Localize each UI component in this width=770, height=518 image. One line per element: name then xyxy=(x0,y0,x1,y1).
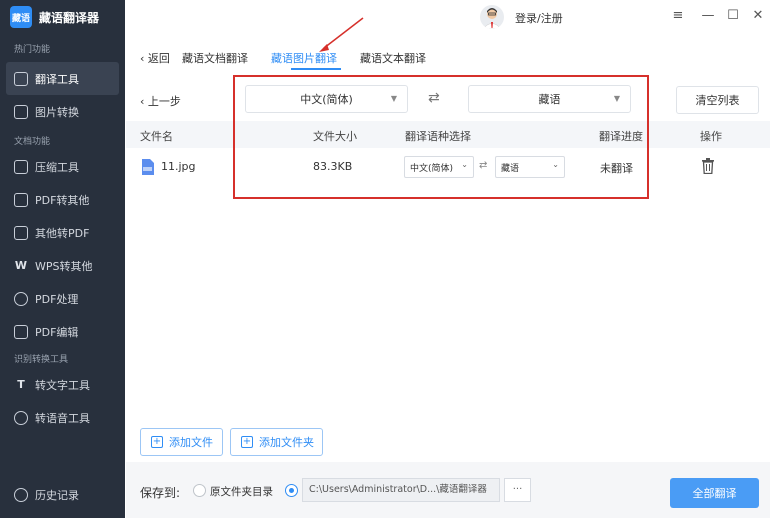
image-file-icon xyxy=(142,159,154,175)
add-folder-button[interactable]: + 添加文件夹 xyxy=(230,428,323,456)
row-target-language-value: 藏语 xyxy=(501,163,520,174)
col-filename: 文件名 xyxy=(140,130,173,143)
plus-icon: + xyxy=(151,436,163,448)
file-size: 83.3KB xyxy=(313,160,353,173)
add-folder-label: 添加文件夹 xyxy=(259,436,314,449)
add-file-button[interactable]: + 添加文件 xyxy=(140,428,223,456)
chevron-left-icon: ‹ xyxy=(140,95,148,108)
table-row: 11.jpg 83.3KB 中文(简体) ⌄ ⇄ 藏语 ⌄ 未翻译 xyxy=(126,150,770,184)
col-language: 翻译语种选择 xyxy=(405,130,471,143)
swap-icon[interactable]: ⇄ xyxy=(428,90,440,106)
translate-progress: 未翻译 xyxy=(600,162,633,175)
target-language-value: 藏语 xyxy=(538,93,561,106)
swap-icon[interactable]: ⇄ xyxy=(479,160,487,171)
plus-icon: + xyxy=(241,436,253,448)
add-file-label: 添加文件 xyxy=(169,436,213,449)
radio-original-folder[interactable] xyxy=(193,484,206,497)
source-language-select[interactable]: 中文(简体) ▼ xyxy=(245,85,408,113)
source-language-value: 中文(简体) xyxy=(300,93,353,106)
chevron-down-icon: ▼ xyxy=(613,94,620,103)
save-to-label: 保存到: xyxy=(140,486,181,500)
row-source-language-value: 中文(简体) xyxy=(410,163,454,174)
table-header: 文件名 文件大小 翻译语种选择 翻译进度 操作 xyxy=(126,121,770,148)
chevron-down-icon: ▼ xyxy=(390,94,397,103)
save-path-input[interactable]: C:\Users\Administrator\D...\藏语翻译器 xyxy=(302,478,500,502)
clear-list-button[interactable]: 清空列表 xyxy=(676,86,759,114)
radio-original-label: 原文件夹目录 xyxy=(210,486,273,498)
prev-label: 上一步 xyxy=(147,95,181,108)
row-source-language-select[interactable]: 中文(简体) ⌄ xyxy=(404,156,474,178)
col-filesize: 文件大小 xyxy=(313,130,357,143)
target-language-select[interactable]: 藏语 ▼ xyxy=(468,85,631,113)
col-actions: 操作 xyxy=(700,130,722,143)
file-name: 11.jpg xyxy=(161,160,196,173)
chevron-down-icon: ⌄ xyxy=(552,160,559,169)
trash-icon[interactable] xyxy=(701,158,715,174)
row-target-language-select[interactable]: 藏语 ⌄ xyxy=(495,156,565,178)
bottom-bar: 保存到: 原文件夹目录 C:\Users\Administrator\D...\… xyxy=(126,462,770,518)
annotation-arrow xyxy=(319,17,364,52)
prev-step-button[interactable]: ‹ 上一步 xyxy=(140,93,181,109)
col-progress: 翻译进度 xyxy=(599,130,643,143)
chevron-down-icon: ⌄ xyxy=(461,160,468,169)
radio-custom-path[interactable] xyxy=(285,484,298,497)
translate-all-button[interactable]: 全部翻译 xyxy=(670,478,759,508)
browse-button[interactable]: ··· xyxy=(504,478,531,502)
